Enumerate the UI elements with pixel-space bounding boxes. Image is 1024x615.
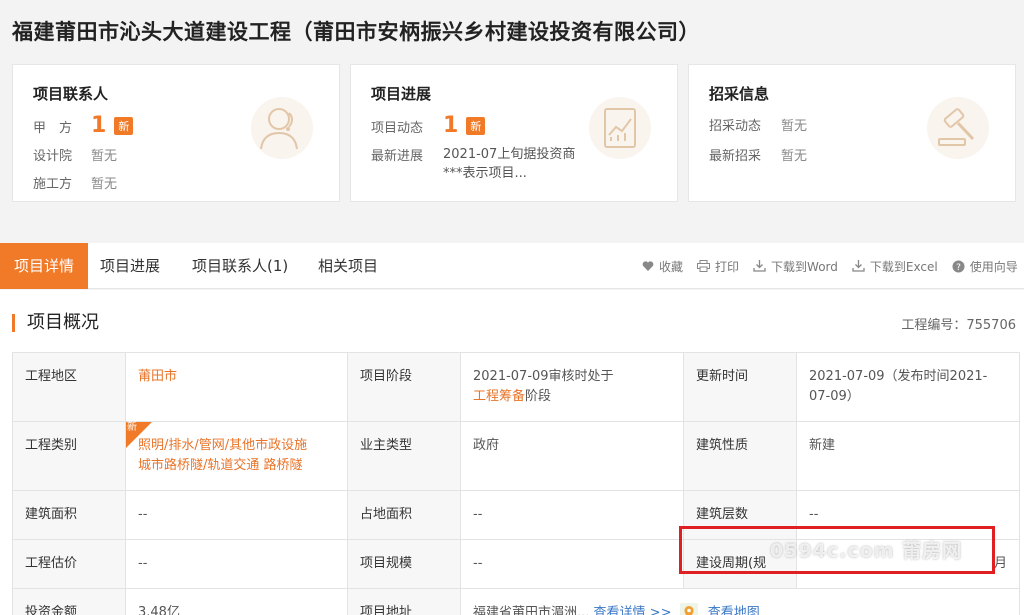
table-value: 2021-07-09审核时处于 工程筹备阶段 <box>460 352 684 422</box>
owner-count[interactable]: 1 <box>91 115 106 137</box>
tab-project-contacts[interactable]: 项目联系人(1) <box>178 243 302 289</box>
contact-row-owner[interactable]: 甲 方 1 新 <box>33 115 134 137</box>
help-icon: ? <box>952 260 965 273</box>
table-value: -- <box>125 539 348 589</box>
progress-dynamic-count[interactable]: 1 <box>443 115 458 137</box>
contact-label-designer: 设计院 <box>33 149 73 164</box>
table-row: 工程地区 莆田市 项目阶段 2021-07-09审核时处于 工程筹备阶段 更新时… <box>12 352 1020 422</box>
table-value: 新建 <box>796 421 1020 491</box>
table-key: 工程地区 <box>12 352 126 422</box>
category-link[interactable]: 城市路桥隧/轨道交通 路桥隧 <box>138 458 303 473</box>
table-value: 2021-07-09（发布时间2021-07-09） <box>796 352 1020 422</box>
table-value: 新 照明/排水/管网/其他市政设施 城市路桥隧/轨道交通 路桥隧 <box>125 421 348 491</box>
tab-bar: 项目详情 项目进展 项目联系人(1) 相关项目 收藏 打印 下载到Word 下载… <box>0 243 1024 289</box>
download-word-label: 下载到Word <box>771 259 838 274</box>
table-value: -- <box>460 490 684 540</box>
table-key: 更新时间 <box>683 352 797 422</box>
svg-text:?: ? <box>956 263 961 273</box>
contacts-card[interactable]: 项目联系人 甲 方 1 新 设计院 暂无 施工方 暂无 <box>12 64 340 202</box>
table-key: 建筑面积 <box>12 490 126 540</box>
contact-value-designer: 暂无 <box>91 149 118 164</box>
contact-label-owner: 甲 方 <box>33 120 73 136</box>
contacts-card-title: 项目联系人 <box>33 85 109 103</box>
table-key: 工程估价 <box>12 539 126 589</box>
stage-highlight: 工程筹备 <box>473 389 526 404</box>
progress-latest-row: 最新进展 <box>371 145 443 164</box>
contact-value-builder: 暂无 <box>91 177 118 192</box>
address-text: 福建省莆田市湄洲... <box>473 605 590 615</box>
procurement-latest-row: 最新招采 暂无 <box>709 145 807 164</box>
toolbar: 收藏 打印 下载到Word 下载到Excel ? 使用向导 <box>642 243 1018 289</box>
download-word-button[interactable]: 下载到Word <box>753 258 838 275</box>
table-value: 政府 <box>460 421 684 491</box>
download-excel-label: 下载到Excel <box>869 259 938 274</box>
map-pin-icon[interactable] <box>679 603 698 615</box>
table-row: 工程类别 新 照明/排水/管网/其他市政设施 城市路桥隧/轨道交通 路桥隧 业主… <box>12 421 1020 491</box>
table-key: 项目地址 <box>347 588 461 615</box>
table-key: 建筑性质 <box>683 421 797 491</box>
procurement-card-title: 招采信息 <box>709 85 770 103</box>
section-title: 项目概况 <box>12 314 99 332</box>
procurement-latest-value: 暂无 <box>781 149 808 164</box>
progress-card[interactable]: 项目进展 项目动态 1 新 最新进展 2021-07上旬据投资商***表示项目.… <box>350 64 678 202</box>
procurement-card[interactable]: 招采信息 招采动态 暂无 最新招采 暂无 <box>688 64 1016 202</box>
table-key: 投资金额 <box>12 588 126 615</box>
region-link[interactable]: 莆田市 <box>138 369 177 384</box>
auction-hammer-icon <box>927 97 989 159</box>
progress-dynamic-label: 项目动态 <box>371 120 424 136</box>
table-value: 3.48亿 <box>125 588 348 615</box>
table-key: 项目阶段 <box>347 352 461 422</box>
tab-related-projects[interactable]: 相关项目 <box>304 243 392 289</box>
table-value: -- <box>460 539 684 589</box>
progress-latest-label: 最新进展 <box>371 149 424 164</box>
procurement-latest-label: 最新招采 <box>709 149 762 164</box>
overview-table: 工程地区 莆田市 项目阶段 2021-07-09审核时处于 工程筹备阶段 更新时… <box>12 352 1020 615</box>
favorite-label: 收藏 <box>659 259 684 274</box>
watermark: 0594c.com 莆房网 <box>770 540 963 562</box>
stage-suffix: 阶段 <box>525 389 552 404</box>
user-guide-label: 使用向导 <box>969 259 1018 274</box>
printer-icon <box>697 260 711 272</box>
print-label: 打印 <box>715 259 740 274</box>
procurement-dynamic-label: 招采动态 <box>709 119 762 134</box>
favorite-button[interactable]: 收藏 <box>642 258 683 275</box>
view-detail-link[interactable]: 查看详情 >> <box>594 606 672 615</box>
contact-row-designer: 设计院 暂无 <box>33 145 117 164</box>
project-number: 工程编号：755706 <box>901 318 1016 333</box>
tab-project-progress[interactable]: 项目进展 <box>86 243 174 289</box>
stage-text: 2021-07-09审核时处于 <box>473 369 614 384</box>
table-key: 占地面积 <box>347 490 461 540</box>
new-badge: 新 <box>114 117 134 135</box>
tab-project-detail[interactable]: 项目详情 <box>0 243 89 289</box>
download-icon <box>753 260 766 272</box>
table-value: -- <box>125 490 348 540</box>
progress-dynamic-row[interactable]: 项目动态 1 新 <box>371 115 486 137</box>
view-map-link[interactable]: 查看地图 <box>708 606 760 615</box>
chart-report-icon <box>589 97 651 159</box>
procurement-dynamic-value: 暂无 <box>781 119 808 134</box>
heart-icon <box>642 261 654 271</box>
table-value: 莆田市 <box>125 352 348 422</box>
table-key: 项目规模 <box>347 539 461 589</box>
table-value: 福建省莆田市湄洲... 查看详情 >> 查看地图 <box>460 588 1020 615</box>
user-guide-button[interactable]: ? 使用向导 <box>952 258 1018 275</box>
progress-latest-value[interactable]: 2021-07上旬据投资商***表示项目... <box>443 145 593 183</box>
print-button[interactable]: 打印 <box>697 258 739 275</box>
download-excel-button[interactable]: 下载到Excel <box>852 258 938 275</box>
table-key: 业主类型 <box>347 421 461 491</box>
contact-label-builder: 施工方 <box>33 177 73 192</box>
page-title: 福建莆田市沁头大道建设工程（莆田市安柄振兴乡村建设投资有限公司） <box>12 20 700 44</box>
download-icon <box>852 260 865 272</box>
contact-row-builder: 施工方 暂无 <box>33 173 117 192</box>
contact-person-icon <box>251 97 313 159</box>
new-badge: 新 <box>466 117 486 135</box>
new-corner-label: 新 <box>127 422 137 433</box>
table-key: 工程类别 <box>12 421 126 491</box>
progress-card-title: 项目进展 <box>371 85 432 103</box>
category-link[interactable]: 照明/排水/管网/其他市政设施 <box>138 438 307 453</box>
procurement-dynamic-row: 招采动态 暂无 <box>709 115 807 134</box>
table-row: 投资金额 3.48亿 项目地址 福建省莆田市湄洲... 查看详情 >> 查看地图 <box>12 588 1020 615</box>
